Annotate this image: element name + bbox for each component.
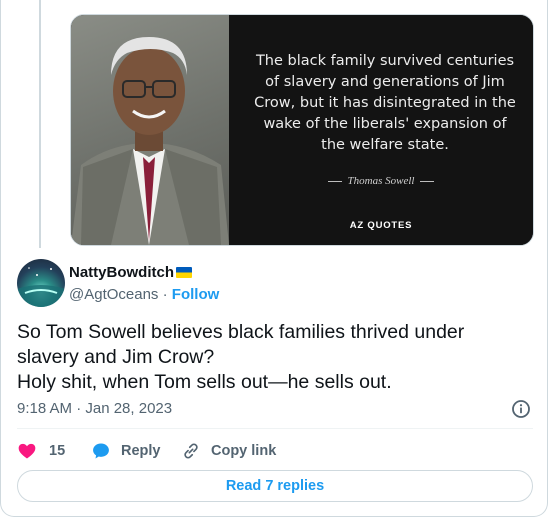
tweet-line: slavery and Jim Crow? [17,346,215,368]
quote-line: of slavery and generations of Jim [265,74,505,90]
user-handle[interactable]: @AgtOceans [69,286,158,303]
brand-logo: AZ QUOTES [349,220,413,231]
handle-row: @AgtOceans · Follow [69,286,219,303]
display-name[interactable]: NattyBowditch [69,264,192,281]
info-icon[interactable] [511,399,531,419]
reply-bubble-icon [91,441,111,461]
reply-label: Reply [121,443,161,459]
tweet-timestamp[interactable]: 9:18 AM · Jan 28, 2023 [17,400,172,417]
link-icon [181,441,201,461]
tweet-line: So Tom Sowell believes black families th… [17,321,465,343]
quote-text: The black family survived centuries of s… [247,51,523,156]
quote-line: The black family survived centuries [255,53,515,69]
tweet-line: Holy shit, when Tom sells out—he sells o… [17,371,392,393]
divider [17,428,533,429]
like-count: 15 [49,443,66,459]
follow-button[interactable]: Follow [172,286,220,303]
like-button[interactable]: 15 [17,440,65,462]
read-replies-button[interactable]: Read 7 replies [17,470,533,502]
thread-line [39,0,41,248]
handle-separator: · [158,286,172,303]
quote-line: Crow, but it has disintegrated in the [254,95,516,111]
quote-author: Thomas Sowell [347,175,415,187]
dash-left [327,180,342,182]
copy-link-button[interactable]: Copy link [181,440,276,462]
copy-link-label: Copy link [211,443,277,459]
reply-button[interactable]: Reply [91,440,161,462]
avatar[interactable] [17,259,65,307]
display-name-text[interactable]: NattyBowditch [69,264,174,281]
ukraine-flag-icon [176,267,192,278]
quote-line: the welfare state. [321,137,449,153]
tweet-text: So Tom Sowell believes black families th… [17,320,537,395]
quote-panel: The black family survived centuries of s… [229,15,533,245]
quote-attribution: Thomas Sowell [229,175,533,187]
heart-icon [17,441,37,461]
dash-right [420,180,435,182]
quote-image[interactable]: The black family survived centuries of s… [70,14,534,246]
portrait-photo [71,15,229,245]
quote-line: wake of the liberals' expansion of [263,116,507,132]
